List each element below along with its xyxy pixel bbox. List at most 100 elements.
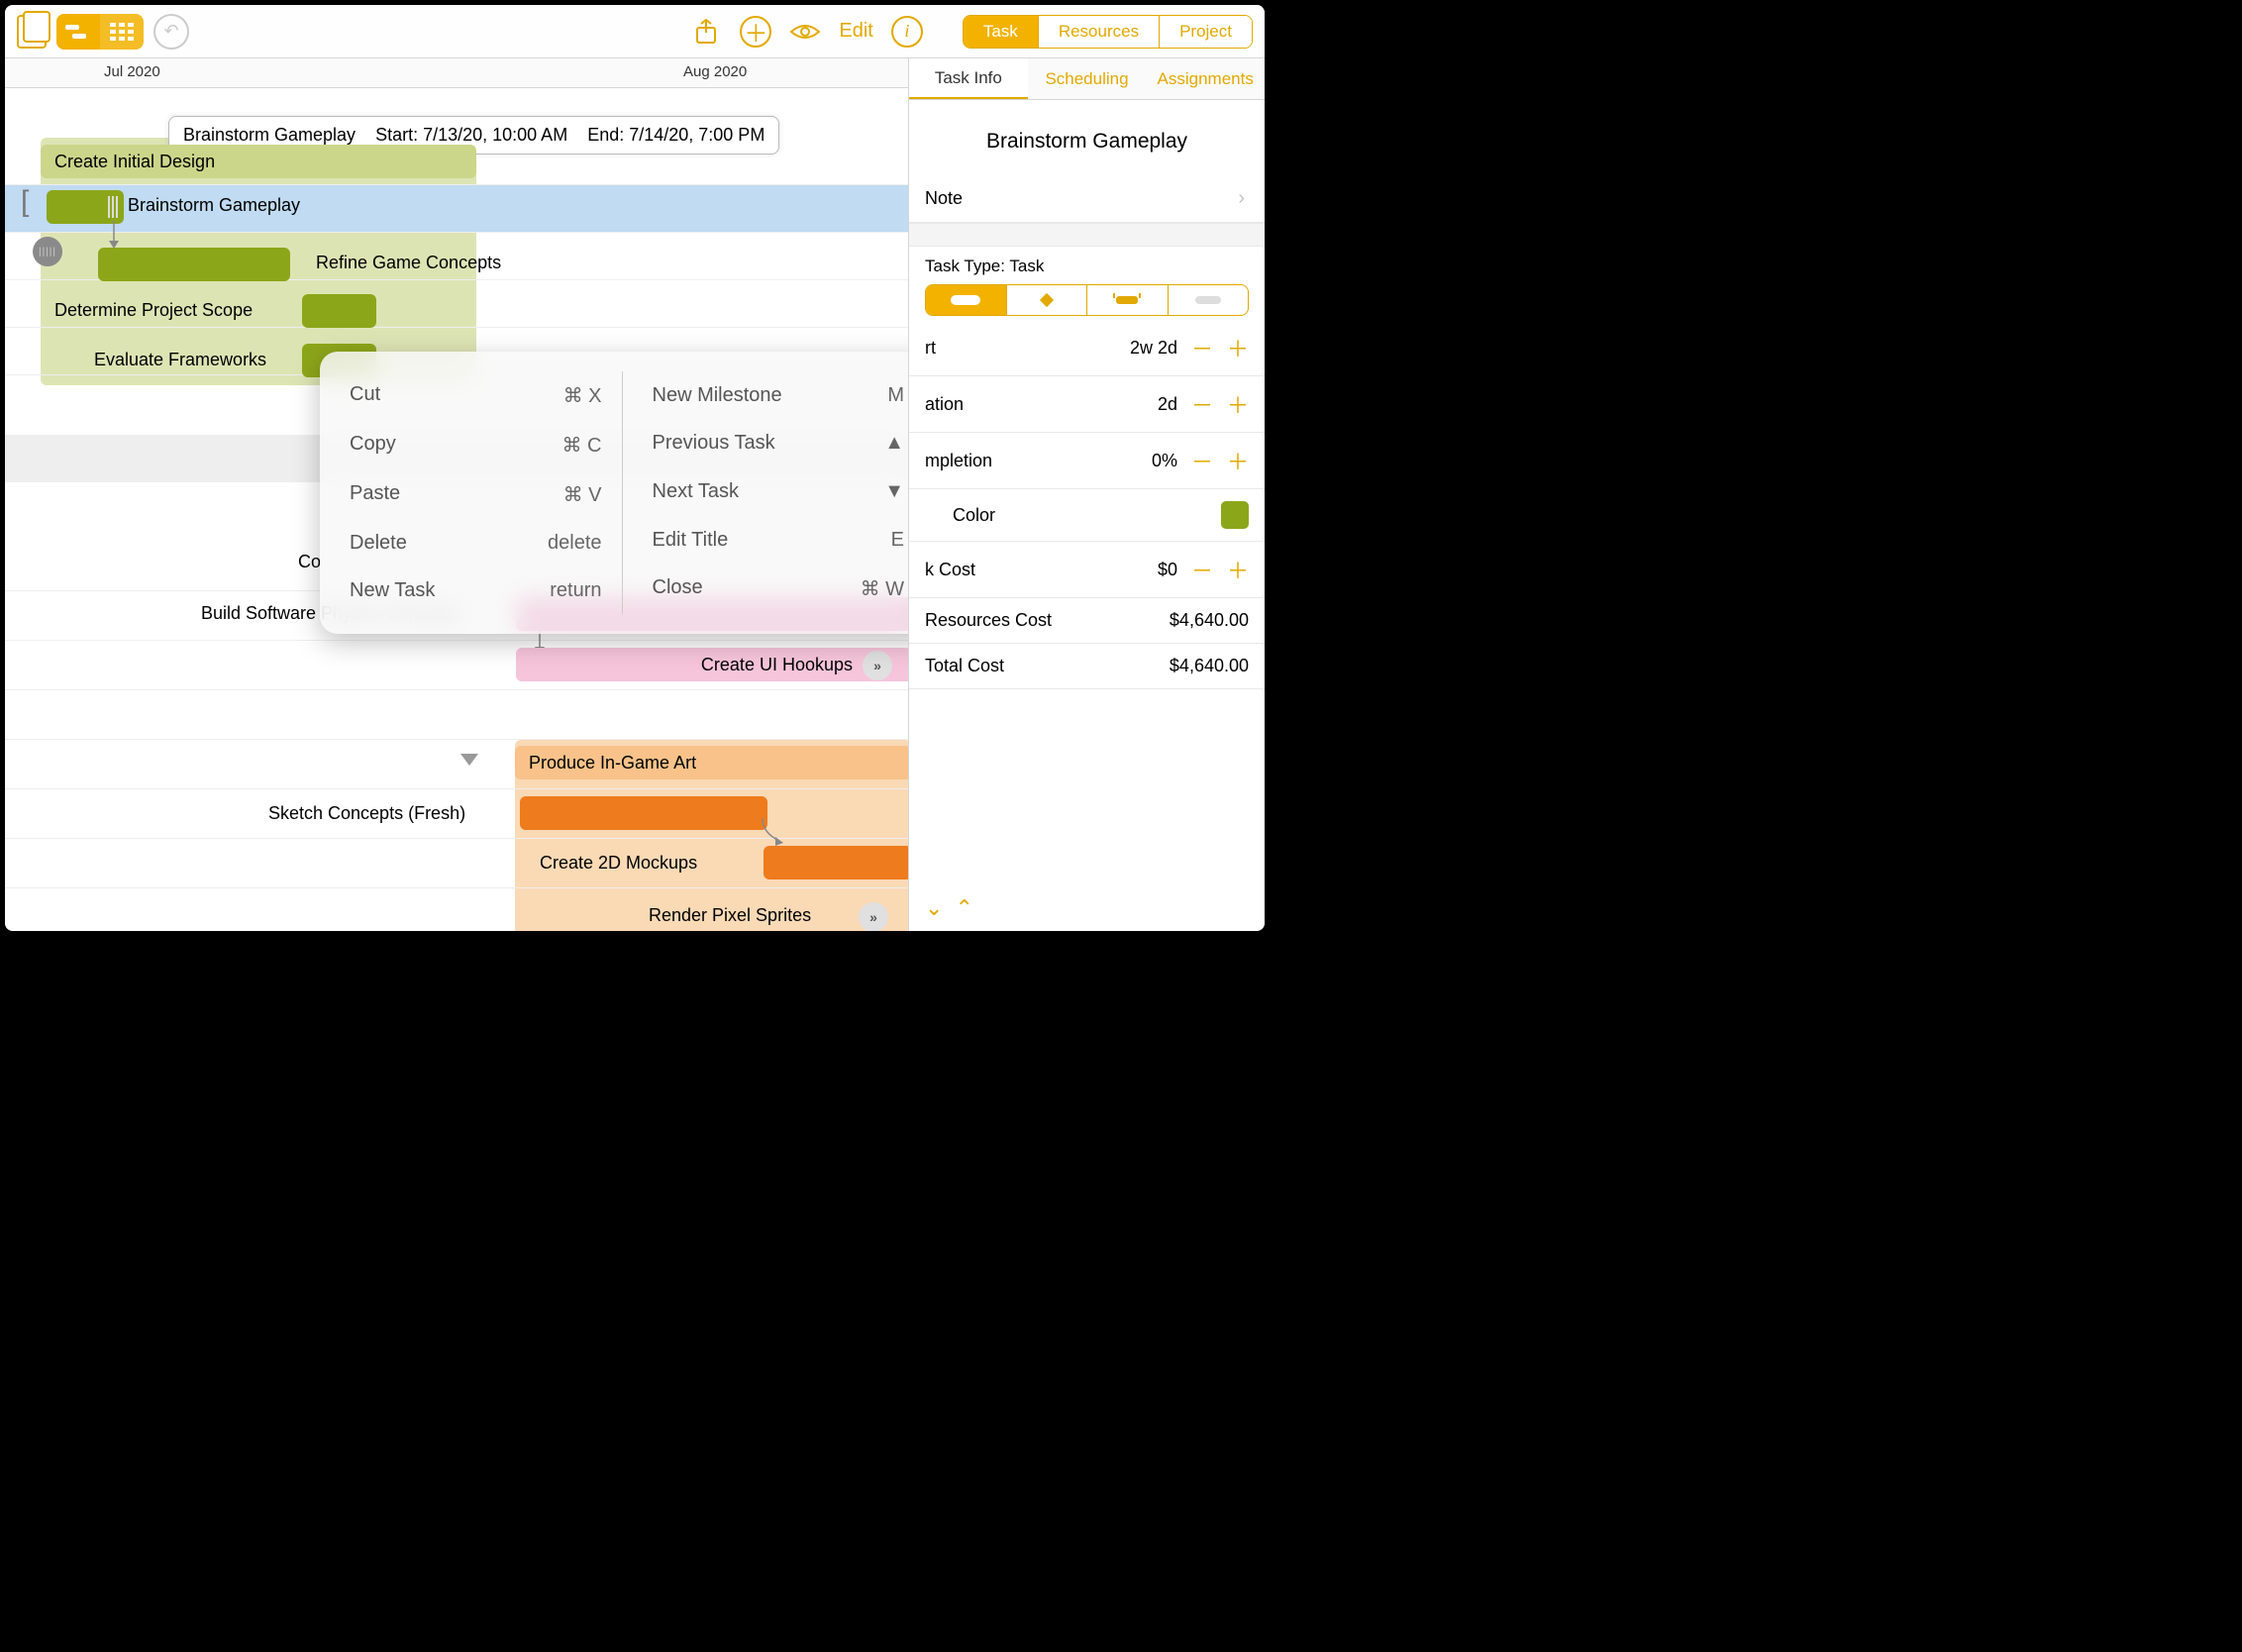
increment-button[interactable]: ＋ xyxy=(1227,388,1249,420)
chevron-down-icon[interactable] xyxy=(460,754,478,766)
type-group[interactable] xyxy=(1168,285,1249,315)
task-bar[interactable] xyxy=(98,248,290,281)
group-label: Produce In-Game Art xyxy=(529,753,696,774)
group-header[interactable]: Produce In-Game Art xyxy=(515,746,908,779)
note-label: Note xyxy=(925,188,963,209)
keyboard-shortcuts-panel: Cut⌘ X Copy⌘ C Paste⌘ V Deletedelete New… xyxy=(320,352,908,634)
increment-button[interactable]: ＋ xyxy=(1227,332,1249,363)
preview-icon[interactable] xyxy=(789,16,821,48)
effort-value: 2w 2d xyxy=(1130,338,1177,359)
resources-cost-label: Resources Cost xyxy=(925,610,1052,631)
nav-up-icon[interactable]: ⌃ xyxy=(955,895,972,921)
gantt-view-seg[interactable] xyxy=(56,14,100,50)
type-hammock[interactable] xyxy=(1086,285,1168,315)
decrement-button[interactable]: － xyxy=(1191,445,1213,476)
increment-button[interactable]: ＋ xyxy=(1227,445,1249,476)
type-milestone[interactable] xyxy=(1006,285,1087,315)
effort-label: rt xyxy=(925,338,936,359)
grid-icon xyxy=(110,23,134,41)
effort-row: rt 2w 2d － ＋ xyxy=(909,320,1265,376)
task-label: Create UI Hookups xyxy=(701,655,853,675)
total-cost-row: Total Cost $4,640.00 xyxy=(909,644,1265,689)
gantt-chart[interactable]: Jul 2020 Aug 2020 Brainstorm Gamep xyxy=(5,58,908,931)
scope-project[interactable]: Project xyxy=(1159,16,1252,48)
menu-item-close[interactable]: Close⌘ W xyxy=(653,572,909,605)
expand-icon[interactable]: » xyxy=(863,651,892,680)
tab-scheduling[interactable]: Scheduling xyxy=(1028,58,1147,99)
tab-assignments[interactable]: Assignments xyxy=(1146,58,1265,99)
task-row[interactable]: Create UI Hookups xyxy=(516,648,908,681)
inspector-task-title: Brainstorm Gameplay xyxy=(909,100,1265,175)
task-label: Evaluate Frameworks xyxy=(94,350,266,370)
duration-value: 2d xyxy=(1158,394,1177,415)
completion-label: mpletion xyxy=(925,451,992,471)
gantt-icon xyxy=(64,23,92,41)
decrement-button[interactable]: － xyxy=(1191,388,1213,420)
task-label: Sketch Concepts (Fresh) xyxy=(268,803,465,824)
task-cost-row: k Cost $0 － ＋ xyxy=(909,542,1265,598)
info-icon[interactable]: i xyxy=(891,16,923,48)
task-label: Create 2D Mockups xyxy=(540,853,697,874)
expand-icon[interactable]: » xyxy=(859,902,888,931)
menu-item-cut[interactable]: Cut⌘ X xyxy=(350,379,612,412)
color-row[interactable]: Color xyxy=(909,489,1265,542)
share-icon[interactable] xyxy=(690,16,722,48)
color-label: Color xyxy=(925,505,995,526)
menu-item-copy[interactable]: Copy⌘ C xyxy=(350,429,612,462)
duration-label: ation xyxy=(925,394,964,415)
nav-down-icon[interactable]: ⌄ xyxy=(925,895,943,921)
total-cost-label: Total Cost xyxy=(925,656,1004,676)
type-task[interactable] xyxy=(926,285,1006,315)
task-type-label: Task Type: Task xyxy=(909,247,1265,276)
completion-row: mpletion 0% － ＋ xyxy=(909,433,1265,489)
add-button[interactable]: ＋ xyxy=(740,16,771,48)
task-type-segmented[interactable] xyxy=(925,284,1249,316)
tooltip-end: End: 7/14/20, 7:00 PM xyxy=(587,125,764,146)
view-mode-segmented[interactable] xyxy=(56,14,144,50)
decrement-button[interactable]: － xyxy=(1191,554,1213,585)
group-label: Create Initial Design xyxy=(54,152,215,172)
menu-item-edit-title[interactable]: Edit TitleE xyxy=(653,525,909,556)
chevron-right-icon: › xyxy=(1238,187,1249,210)
menu-item-new-milestone[interactable]: New MilestoneM xyxy=(653,380,909,411)
scope-task[interactable]: Task xyxy=(964,16,1038,48)
inspector-tabs: Task Info Scheduling Assignments xyxy=(909,58,1265,100)
inspector-nav: ⌄ ⌃ xyxy=(909,885,1265,931)
edit-button[interactable]: Edit xyxy=(839,20,872,43)
drag-handle-icon[interactable] xyxy=(108,191,126,223)
duration-row: ation 2d － ＋ xyxy=(909,376,1265,433)
decrement-button[interactable]: － xyxy=(1191,332,1213,363)
hammock-shape-icon xyxy=(1110,293,1144,307)
scope-resources[interactable]: Resources xyxy=(1038,16,1159,48)
task-cost-value: $0 xyxy=(1158,560,1177,580)
group-shape-icon xyxy=(1191,294,1225,306)
menu-item-new-task[interactable]: New Taskreturn xyxy=(350,575,612,606)
task-label: Brainstorm Gameplay xyxy=(128,195,300,216)
resources-cost-row: Resources Cost $4,640.00 xyxy=(909,598,1265,644)
task-bar[interactable] xyxy=(764,846,908,879)
menu-item-delete[interactable]: Deletedelete xyxy=(350,528,612,559)
menu-item-previous-task[interactable]: Previous Task▲ xyxy=(653,428,909,459)
menu-item-next-task[interactable]: Next Task▼ xyxy=(653,476,909,507)
inspector-scope-segmented[interactable]: Task Resources Project xyxy=(963,15,1253,49)
tooltip-start: Start: 7/13/20, 10:00 AM xyxy=(375,125,567,146)
color-swatch[interactable] xyxy=(1221,501,1249,529)
group-header[interactable]: Create Initial Design xyxy=(41,145,476,178)
tab-task-info[interactable]: Task Info xyxy=(909,58,1028,99)
timeline-month: Jul 2020 xyxy=(104,63,160,80)
task-label: Co xyxy=(298,552,321,572)
increment-button[interactable]: ＋ xyxy=(1227,554,1249,585)
task-shape-icon xyxy=(949,293,982,307)
task-label: Determine Project Scope xyxy=(54,300,253,321)
toolbar: ↶ ＋ Edit i Task Resources Project xyxy=(5,5,1265,58)
selection-bracket: [ xyxy=(21,185,29,219)
documents-icon[interactable] xyxy=(17,15,47,49)
menu-item-paste[interactable]: Paste⌘ V xyxy=(350,478,612,511)
task-bar[interactable] xyxy=(520,796,767,830)
grid-view-seg[interactable] xyxy=(100,14,144,50)
link-handle-icon[interactable]: ||||| xyxy=(33,237,62,266)
task-bar[interactable] xyxy=(302,294,376,328)
undo-button[interactable]: ↶ xyxy=(153,14,189,50)
task-cost-label: k Cost xyxy=(925,560,975,580)
note-row[interactable]: Note › xyxy=(909,175,1265,223)
